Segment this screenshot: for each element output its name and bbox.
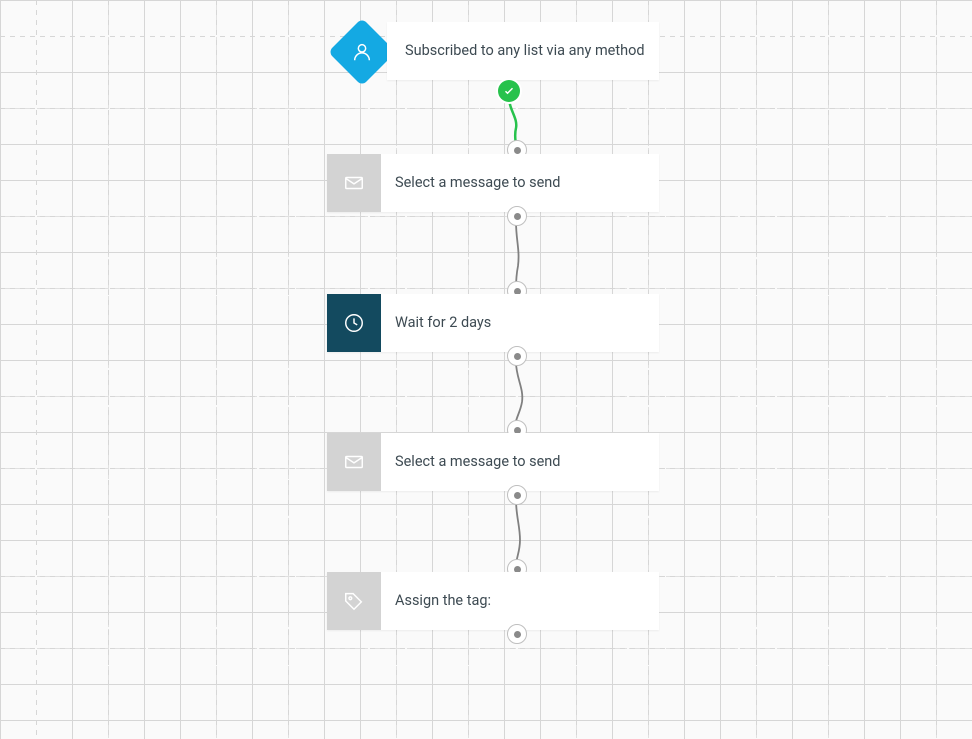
output-port-step-1[interactable] <box>507 206 527 226</box>
envelope-icon <box>327 154 381 212</box>
step-node-wait[interactable]: Wait for 2 days <box>327 294 659 352</box>
step-label: Assign the tag: <box>381 572 659 630</box>
output-port-step-3[interactable] <box>507 485 527 505</box>
output-port-step-4[interactable] <box>507 624 527 644</box>
trigger-node[interactable]: Subscribed to any list via any method <box>387 22 659 80</box>
step-label: Select a message to send <box>381 154 659 212</box>
step-node-message-1[interactable]: Select a message to send <box>327 154 659 212</box>
output-port-step-2[interactable] <box>507 346 527 366</box>
trigger-label: Subscribed to any list via any method <box>387 22 659 80</box>
trigger-icon-diamond[interactable] <box>328 18 396 86</box>
tag-icon <box>327 572 381 630</box>
step-label: Select a message to send <box>381 433 659 491</box>
person-icon <box>351 41 373 63</box>
envelope-icon <box>327 433 381 491</box>
trigger-status-check <box>498 80 520 102</box>
step-label: Wait for 2 days <box>381 294 659 352</box>
clock-icon <box>327 294 381 352</box>
step-node-message-2[interactable]: Select a message to send <box>327 433 659 491</box>
check-icon <box>503 85 515 97</box>
step-node-tag[interactable]: Assign the tag: <box>327 572 659 630</box>
workflow-canvas[interactable]: Subscribed to any list via any method Se… <box>0 0 972 739</box>
